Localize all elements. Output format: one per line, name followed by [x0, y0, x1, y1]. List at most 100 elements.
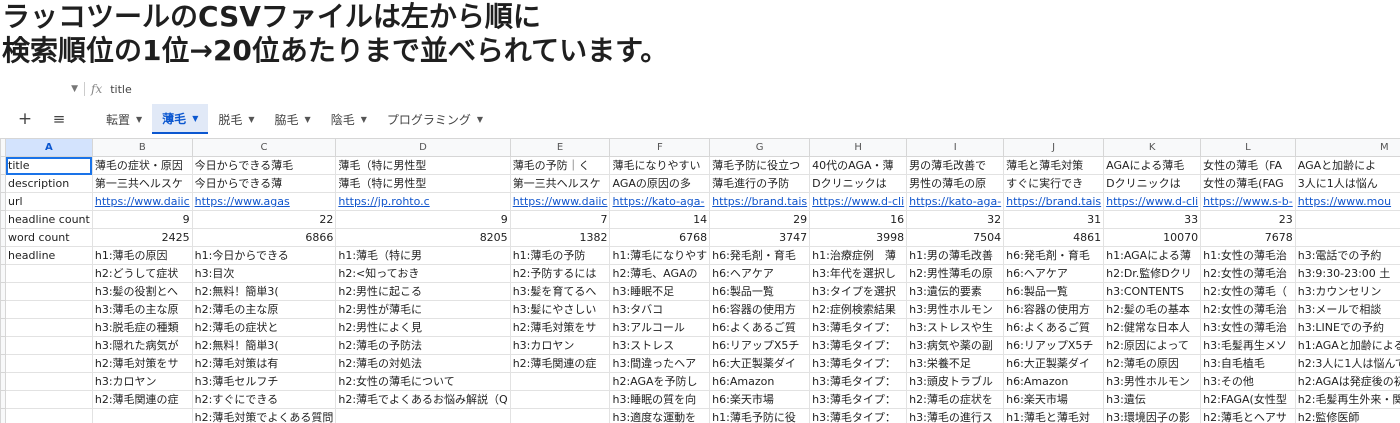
- cell-a15[interactable]: [5, 408, 93, 423]
- cell-m8[interactable]: h3:カウンセリン: [1294, 282, 1400, 301]
- cell-a6[interactable]: headline: [5, 246, 93, 265]
- cell-m1[interactable]: AGAと加齢によ: [1294, 156, 1400, 175]
- cell-j1[interactable]: 薄毛と薄毛対策: [1003, 156, 1105, 175]
- cell-h12[interactable]: h3:薄毛タイプ：: [809, 354, 908, 373]
- cell-k2[interactable]: Dクリニックは: [1103, 174, 1202, 193]
- cell-b2[interactable]: 第一三共ヘルスケ: [91, 174, 193, 193]
- cell-m7[interactable]: h3:9:30-23:00 土: [1294, 264, 1400, 283]
- cell-i4[interactable]: 32: [906, 210, 1005, 229]
- cell-a9[interactable]: [5, 300, 93, 319]
- cell-a12[interactable]: [5, 354, 93, 373]
- cell-d15[interactable]: [335, 408, 511, 423]
- cell-m4[interactable]: 12: [1294, 210, 1400, 229]
- cell-m9[interactable]: h3:メールで相談: [1294, 300, 1400, 319]
- cell-l3[interactable]: https://www.s-b-: [1200, 192, 1296, 211]
- cell-i10[interactable]: h3:ストレスや生: [906, 318, 1005, 337]
- cell-d4[interactable]: 9: [335, 210, 511, 229]
- chevron-down-icon[interactable]: ▼: [248, 115, 254, 124]
- cell-g2[interactable]: 薄毛進行の予防: [709, 174, 811, 193]
- cell-m10[interactable]: h3:LINEでの予約: [1294, 318, 1400, 337]
- cell-d9[interactable]: h2:男性が薄毛に: [335, 300, 511, 319]
- cell-b13[interactable]: h3:カロヤン: [91, 372, 193, 391]
- column-header-l[interactable]: L: [1200, 138, 1296, 157]
- cell-f14[interactable]: h3:睡眠の質を向: [609, 390, 711, 409]
- chevron-down-icon[interactable]: ▼: [477, 115, 483, 124]
- cell-j13[interactable]: h6:Amazon: [1003, 372, 1105, 391]
- cell-e11[interactable]: h3:カロヤン: [509, 336, 611, 355]
- cell-c15[interactable]: h2:薄毛対策でよくある質問: [191, 408, 337, 423]
- cell-f9[interactable]: h3:タバコ: [609, 300, 711, 319]
- cell-j3[interactable]: https://brand.tais: [1003, 192, 1105, 211]
- cell-h3[interactable]: https://www.d-cli: [809, 192, 908, 211]
- cell-c11[interactable]: h2:無料！簡単3(: [191, 336, 337, 355]
- cell-g4[interactable]: 29: [709, 210, 811, 229]
- cell-d11[interactable]: h2:薄毛の予防法: [335, 336, 511, 355]
- cell-f10[interactable]: h3:アルコール: [609, 318, 711, 337]
- cell-l4[interactable]: 23: [1200, 210, 1296, 229]
- column-header-c[interactable]: C: [191, 138, 337, 157]
- cell-e7[interactable]: h2:予防するには: [509, 264, 611, 283]
- column-header-j[interactable]: J: [1003, 138, 1105, 157]
- cell-m6[interactable]: h3:電話での予約: [1294, 246, 1400, 265]
- cell-i8[interactable]: h3:遺伝的要素: [906, 282, 1005, 301]
- cell-b9[interactable]: h3:薄毛の主な原: [91, 300, 193, 319]
- cell-c5[interactable]: 6866: [191, 228, 337, 247]
- chevron-down-icon[interactable]: ▼: [192, 114, 198, 123]
- cell-g9[interactable]: h6:容器の使用方: [709, 300, 811, 319]
- cell-a4[interactable]: headline count: [5, 210, 93, 229]
- cell-j12[interactable]: h6:大正製薬ダイ: [1003, 354, 1105, 373]
- cell-g12[interactable]: h6:大正製薬ダイ: [709, 354, 811, 373]
- cell-g3[interactable]: https://brand.tais: [709, 192, 811, 211]
- column-header-d[interactable]: D: [335, 138, 511, 157]
- cell-b1[interactable]: 薄毛の症状・原因: [91, 156, 193, 175]
- cell-k8[interactable]: h3:CONTENTS: [1103, 282, 1202, 301]
- cell-i2[interactable]: 男性の薄毛の原: [906, 174, 1005, 193]
- cell-b14[interactable]: h2:薄毛関連の症: [91, 390, 193, 409]
- cell-c13[interactable]: h3:薄毛セルフチ: [191, 372, 337, 391]
- cell-c8[interactable]: h2:無料！簡単3(: [191, 282, 337, 301]
- cell-h15[interactable]: h3:薄毛タイプ：: [809, 408, 908, 423]
- cell-g14[interactable]: h6:楽天市場: [709, 390, 811, 409]
- cell-i9[interactable]: h3:男性ホルモン: [906, 300, 1005, 319]
- cell-e6[interactable]: h1:薄毛の予防: [509, 246, 611, 265]
- cell-m15[interactable]: h2:監修医師: [1294, 408, 1400, 423]
- cell-l12[interactable]: h3:自毛植毛: [1200, 354, 1296, 373]
- cell-c3[interactable]: https://www.agas: [191, 192, 337, 211]
- cell-g7[interactable]: h6:ヘアケア: [709, 264, 811, 283]
- cell-a14[interactable]: [5, 390, 93, 409]
- cell-d8[interactable]: h2:男性に起こる: [335, 282, 511, 301]
- chevron-down-icon[interactable]: ▼: [361, 115, 367, 124]
- cell-b8[interactable]: h3:髪の役割とへ: [91, 282, 193, 301]
- cell-l10[interactable]: h3:女性の薄毛治: [1200, 318, 1296, 337]
- column-header-g[interactable]: G: [709, 138, 811, 157]
- cell-m13[interactable]: h2:AGAは発症後の初期の治療が重: [1294, 372, 1400, 391]
- cell-i3[interactable]: https://kato-aga-: [906, 192, 1005, 211]
- cell-b12[interactable]: h2:薄毛対策をサ: [91, 354, 193, 373]
- cell-b6[interactable]: h1:薄毛の原因: [91, 246, 193, 265]
- cell-j10[interactable]: h6:よくあるご質: [1003, 318, 1105, 337]
- cell-a8[interactable]: [5, 282, 93, 301]
- cell-i6[interactable]: h1:男の薄毛改善: [906, 246, 1005, 265]
- cell-l2[interactable]: 女性の薄毛(FAG: [1200, 174, 1296, 193]
- cell-c2[interactable]: 今日からできる薄: [191, 174, 337, 193]
- cell-c9[interactable]: h2:薄毛の主な原: [191, 300, 337, 319]
- column-header-a[interactable]: A: [5, 138, 93, 157]
- cell-j6[interactable]: h6:発毛剤・育毛: [1003, 246, 1105, 265]
- cell-d2[interactable]: 薄毛（特に男性型: [335, 174, 511, 193]
- cell-h1[interactable]: 40代のAGA・薄: [809, 156, 908, 175]
- cell-c12[interactable]: h2:薄毛対策は有: [191, 354, 337, 373]
- cell-l1[interactable]: 女性の薄毛（FA: [1200, 156, 1296, 175]
- cell-c6[interactable]: h1:今日からできる: [191, 246, 337, 265]
- column-header-h[interactable]: H: [809, 138, 908, 157]
- cell-g13[interactable]: h6:Amazon: [709, 372, 811, 391]
- cell-g11[interactable]: h6:リアップX5チ: [709, 336, 811, 355]
- cell-l13[interactable]: h3:その他: [1200, 372, 1296, 391]
- cell-a1[interactable]: title: [5, 156, 93, 175]
- cell-j9[interactable]: h6:容器の使用方: [1003, 300, 1105, 319]
- name-box[interactable]: ▼: [0, 84, 84, 94]
- cell-k14[interactable]: h3:遺伝: [1103, 390, 1202, 409]
- chevron-down-icon[interactable]: ▼: [305, 115, 311, 124]
- cell-h9[interactable]: h2:症例検索結果: [809, 300, 908, 319]
- cell-k6[interactable]: h1:AGAによる薄: [1103, 246, 1202, 265]
- cell-g10[interactable]: h6:よくあるご質: [709, 318, 811, 337]
